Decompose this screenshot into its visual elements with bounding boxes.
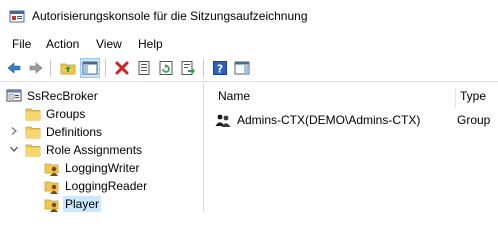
properties-button[interactable] [134,58,154,78]
menu-file[interactable]: File [12,37,31,51]
forward-arrow-icon [29,62,43,74]
folder-icon [25,126,41,139]
role-icon [44,181,59,194]
tree-item-definitions[interactable]: Definitions [25,123,102,141]
toolbar: ? [0,54,498,82]
export-list-icon [181,61,195,75]
tree-item-label: Player [63,196,102,212]
export-list-button[interactable] [178,58,198,78]
toolbar-separator [105,59,106,77]
show-hide-tree-icon [82,61,98,75]
back-button[interactable] [4,58,24,78]
tree-item-label: Groups [46,107,86,121]
refresh-icon [159,61,173,75]
tree-item-label: LoggingReader [65,179,148,193]
tree-item-loggingreader[interactable]: LoggingReader [44,177,147,195]
chevron-right-icon[interactable] [9,126,19,136]
title-bar: Autorisierungskonsole für die Sitzungsau… [0,0,498,34]
show-hide-action-pane-button[interactable] [232,58,252,78]
show-hide-console-tree-button[interactable] [80,58,100,78]
role-icon [44,199,59,212]
show-hide-action-pane-icon [234,61,250,75]
column-divider[interactable] [455,88,456,108]
tree-item-label: Role Assignments [46,143,143,157]
delete-icon [115,61,129,75]
tree-item-player[interactable]: Player [44,195,102,213]
folder-icon [25,144,41,157]
tree-item-role-assignments[interactable]: Role Assignments [25,141,142,159]
delete-button[interactable] [112,58,132,78]
menu-action[interactable]: Action [46,37,79,51]
list-item[interactable]: Admins-CTX(DEMO\Admins-CTX) Group [215,111,498,129]
tree-item-label: SsRecBroker [27,89,98,103]
folder-icon [25,108,41,121]
menu-help[interactable]: Help [138,37,163,51]
chevron-down-icon[interactable] [9,144,19,154]
cell-name: Admins-CTX(DEMO\Admins-CTX) [237,113,421,127]
tree-item-label: LoggingWriter [65,161,140,175]
toolbar-separator [203,59,204,77]
menu-bar: File Action View Help [0,34,498,54]
tree-item-label: Definitions [46,125,103,139]
help-icon: ? [213,61,227,76]
help-button[interactable]: ? [210,58,230,78]
results-list: Name Type Admins-CTX(DEMO\Admins-CTX) Gr… [210,83,498,212]
user-group-icon [215,114,231,127]
toolbar-separator [50,59,51,77]
svg-text:?: ? [217,63,223,76]
up-folder-icon [60,63,76,75]
broker-icon [6,89,22,102]
role-icon [44,163,59,176]
cell-type: Group [457,113,491,127]
tree-item-loggingwriter[interactable]: LoggingWriter [44,159,139,177]
tree-item-groups[interactable]: Groups [25,105,85,123]
tree-item-ssrecbroker[interactable]: SsRecBroker [6,87,98,105]
menu-view[interactable]: View [96,37,122,51]
forward-button[interactable] [26,58,46,78]
properties-icon [138,61,150,75]
column-header-name[interactable]: Name [218,89,250,103]
console-icon [9,10,25,23]
column-header-type[interactable]: Type [460,89,486,103]
window-title: Autorisierungskonsole für die Sitzungsau… [32,9,308,23]
back-arrow-icon [7,62,21,74]
refresh-button[interactable] [156,58,176,78]
console-tree: SsRecBroker Groups Definitions Role Assi… [0,83,204,212]
up-one-level-button[interactable] [58,58,78,78]
